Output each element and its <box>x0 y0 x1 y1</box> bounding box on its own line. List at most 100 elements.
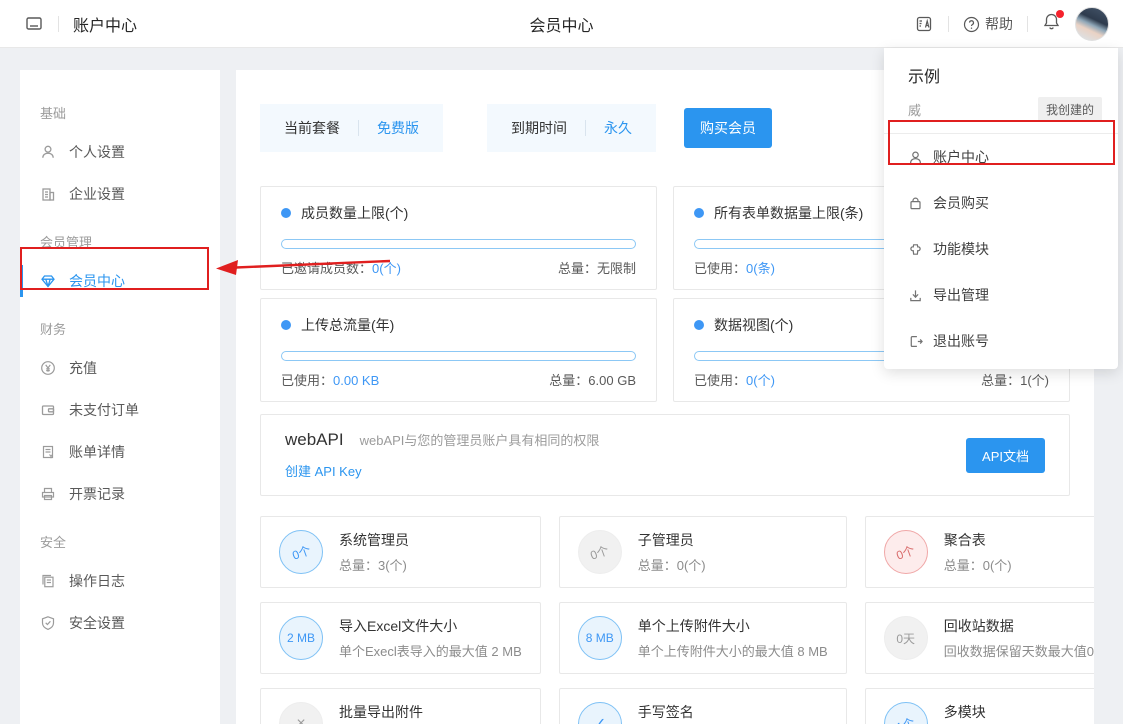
feature-card-aggregate-table: 0个 聚合表 总量：0(个) <box>865 516 1094 588</box>
used-value-link[interactable]: 0.00 KB <box>333 373 379 388</box>
feature-card-excel-import: 2 MB 导入Excel文件大小 单个Execl表导入的最大值 2 MB <box>260 602 541 674</box>
sidebar-section-membership: 会员管理 <box>20 219 220 260</box>
current-plan-box: 当前套餐 免费版 <box>260 104 443 152</box>
feature-card-recycle-bin: 0天 回收站数据 回收数据保留天数最大值0天 <box>865 602 1094 674</box>
feature-card-attachment-size: 8 MB 单个上传附件大小 单个上传附件大小的最大值 8 MB <box>559 602 847 674</box>
count-badge: 1个 <box>884 702 928 724</box>
feature-card-system-admin: 0个 系统管理员 总量：3(个) <box>260 516 541 588</box>
sidebar: 基础 个人设置 企业设置 会员管理 会员中心 财务 充值 未支付订单 <box>20 70 220 724</box>
notification-dot <box>1056 10 1064 18</box>
feature-card-handwritten-signature: ✓ 手写签名 支持 <box>559 688 847 724</box>
used-value-link[interactable]: 0(个) <box>372 261 401 276</box>
progress-bar <box>281 239 636 249</box>
avatar[interactable] <box>1075 7 1109 41</box>
workspace-name: 示例 <box>884 48 1118 90</box>
feature-grid: 0个 系统管理员 总量：3(个) 0个 子管理员 总量：0(个) 0个 聚合表 … <box>260 516 1070 724</box>
help-label: 帮助 <box>985 14 1013 34</box>
days-badge: 0天 <box>884 616 928 660</box>
count-badge: 0个 <box>578 530 622 574</box>
question-circle-icon <box>963 16 980 33</box>
total-label: 总量：6.00 GB <box>549 370 636 389</box>
log-icon <box>40 573 56 589</box>
download-icon <box>908 288 923 303</box>
blue-dot-icon <box>281 320 291 330</box>
blue-dot-icon <box>694 208 704 218</box>
sidebar-section-finance: 财务 <box>20 306 220 347</box>
bell-icon[interactable] <box>1042 12 1061 36</box>
buy-membership-button[interactable]: 购买会员 <box>684 108 772 148</box>
expire-value: 永久 <box>604 118 632 138</box>
divider <box>358 120 359 136</box>
menu-item-account-center[interactable]: 账户中心 <box>884 134 1118 180</box>
current-plan-label: 当前套餐 <box>284 118 340 138</box>
blue-dot-icon <box>694 320 704 330</box>
module-icon <box>908 242 923 257</box>
sidebar-item-company-settings[interactable]: 企业设置 <box>20 173 220 215</box>
sidebar-item-member-center[interactable]: 会员中心 <box>20 260 220 302</box>
bag-icon <box>908 196 923 211</box>
translate-icon[interactable] <box>914 14 934 34</box>
sidebar-item-unpaid-orders[interactable]: 未支付订单 <box>20 389 220 431</box>
feature-card-multi-module: 1个 多模块 多模块功能可支持个数 <box>865 688 1094 724</box>
divider <box>585 120 586 136</box>
used-value-link[interactable]: 0(条) <box>746 261 775 276</box>
used-label: 已邀请成员数： <box>281 261 372 276</box>
invoice-icon <box>40 486 56 502</box>
sidebar-item-bill-details[interactable]: 账单详情 <box>20 431 220 473</box>
diamond-icon <box>40 273 56 289</box>
cross-icon: × <box>279 702 323 724</box>
quota-card-members: 成员数量上限(个) 已邀请成员数：0(个) 总量：无限制 <box>260 186 657 290</box>
used-label: 已使用： <box>694 373 746 388</box>
webapi-desc: webAPI与您的管理员账户具有相同的权限 <box>360 430 600 449</box>
used-label: 已使用： <box>694 261 746 276</box>
menu-item-logout[interactable]: 退出账号 <box>884 318 1118 364</box>
user-icon <box>908 150 923 165</box>
progress-bar <box>281 351 636 361</box>
webapi-panel: webAPI webAPI与您的管理员账户具有相同的权限 创建 API Key … <box>260 414 1070 496</box>
expire-time-box: 到期时间 永久 <box>487 104 656 152</box>
used-value-link[interactable]: 0(个) <box>746 373 775 388</box>
topbar: 账户中心 会员中心 帮助 <box>0 0 1123 48</box>
divider <box>58 16 59 32</box>
bill-icon <box>40 444 56 460</box>
divider <box>1027 16 1028 32</box>
sidebar-section-basic: 基础 <box>20 90 220 131</box>
count-badge: 0个 <box>884 530 928 574</box>
menu-item-function-modules[interactable]: 功能模块 <box>884 226 1118 272</box>
sidebar-section-security: 安全 <box>20 519 220 560</box>
total-label: 总量：1(个) <box>981 370 1049 389</box>
sidebar-item-recharge[interactable]: 充值 <box>20 347 220 389</box>
sidebar-item-invoice-records[interactable]: 开票记录 <box>20 473 220 515</box>
webapi-title: webAPI <box>285 430 344 450</box>
feature-card-batch-export: × 批量导出附件 不允许导出 <box>260 688 541 724</box>
menu-item-member-purchase[interactable]: 会员购买 <box>884 180 1118 226</box>
quota-card-upload-traffic: 上传总流量(年) 已使用：0.00 KB 总量：6.00 GB <box>260 298 657 402</box>
shield-check-icon <box>40 615 56 631</box>
sidebar-item-personal-settings[interactable]: 个人设置 <box>20 131 220 173</box>
owner-name: 威 <box>908 100 921 119</box>
user-icon <box>40 144 56 160</box>
help-button[interactable]: 帮助 <box>963 14 1013 34</box>
sidebar-item-operation-log[interactable]: 操作日志 <box>20 560 220 602</box>
building-icon <box>40 186 56 202</box>
monitor-icon[interactable] <box>24 14 44 34</box>
api-doc-button[interactable]: API文档 <box>966 438 1045 473</box>
size-badge: 2 MB <box>279 616 323 660</box>
created-by-me-badge: 我创建的 <box>1038 97 1102 122</box>
size-badge: 8 MB <box>578 616 622 660</box>
divider <box>948 16 949 32</box>
account-dropdown: 示例 威 我创建的 账户中心 会员购买 功能模块 导出管理 退出账号 <box>884 48 1118 369</box>
total-label: 总量：无限制 <box>558 258 636 277</box>
feature-card-sub-admin: 0个 子管理员 总量：0(个) <box>559 516 847 588</box>
wallet-icon <box>40 402 56 418</box>
yuan-circle-icon <box>40 360 56 376</box>
count-badge: 0个 <box>279 530 323 574</box>
used-label: 已使用： <box>281 373 333 388</box>
sidebar-item-security-settings[interactable]: 安全设置 <box>20 602 220 644</box>
app-title: 账户中心 <box>73 12 137 36</box>
menu-item-export-management[interactable]: 导出管理 <box>884 272 1118 318</box>
check-icon: ✓ <box>578 702 622 724</box>
create-api-key-link[interactable]: 创建 API Key <box>285 461 599 480</box>
expire-label: 到期时间 <box>511 118 567 138</box>
current-plan-value: 免费版 <box>377 118 419 138</box>
